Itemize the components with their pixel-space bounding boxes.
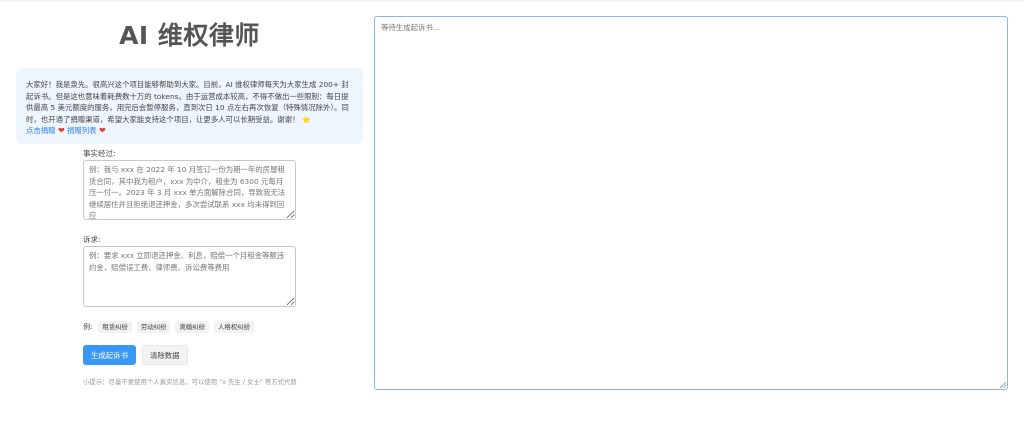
privacy-tip: 小提示：尽量不要使用个人真实信息，可以使用 "x 先生 / 女士" 等方式代替	[83, 378, 297, 386]
heart-icon: ❤	[98, 126, 106, 136]
announcement-text: 大家好！我是泉先。很高兴这个项目能够帮助到大家。目前，AI 维权律师每天为大家生…	[26, 80, 349, 124]
action-buttons: 生成起诉书 清除数据	[83, 345, 188, 365]
claims-label: 诉求:	[83, 235, 101, 244]
resize-handle[interactable]	[1000, 382, 1006, 388]
example-presets: 例: 租赁纠纷 劳动纠纷 离婚纠纷 人格权纠纷	[83, 320, 254, 333]
star-icon: ⭐	[301, 114, 312, 124]
examples-label: 例:	[83, 322, 93, 331]
donor-list-link[interactable]: 捐赠列表	[67, 126, 97, 135]
generate-button[interactable]: 生成起诉书	[83, 345, 136, 365]
facts-label: 事实经过:	[83, 149, 116, 158]
clear-button[interactable]: 清除数据	[141, 345, 188, 365]
example-chip-rental[interactable]: 租赁纠纷	[98, 320, 132, 333]
heart-icon: ❤	[57, 126, 65, 136]
example-chip-divorce[interactable]: 离婚纠纷	[175, 320, 210, 333]
example-chip-personality[interactable]: 人格权纠纷	[214, 320, 254, 333]
donate-link[interactable]: 点击捐赠	[26, 126, 56, 135]
facts-input[interactable]	[83, 160, 296, 220]
claims-input[interactable]	[83, 246, 296, 307]
example-chip-labor[interactable]: 劳动纠纷	[136, 320, 171, 333]
top-divider	[0, 0, 1024, 2]
complaint-form: 事实经过: 诉求: 例: 租赁纠纷 劳动纠纷 离婚纠纷 人格权纠纷 生成起诉书 …	[83, 148, 297, 386]
complaint-output[interactable]	[374, 16, 1008, 390]
announcement-box: 大家好！我是泉先。很高兴这个项目能够帮助到大家。目前，AI 维权律师每天为大家生…	[16, 68, 363, 144]
page-title: AI 维权律师	[119, 21, 260, 50]
